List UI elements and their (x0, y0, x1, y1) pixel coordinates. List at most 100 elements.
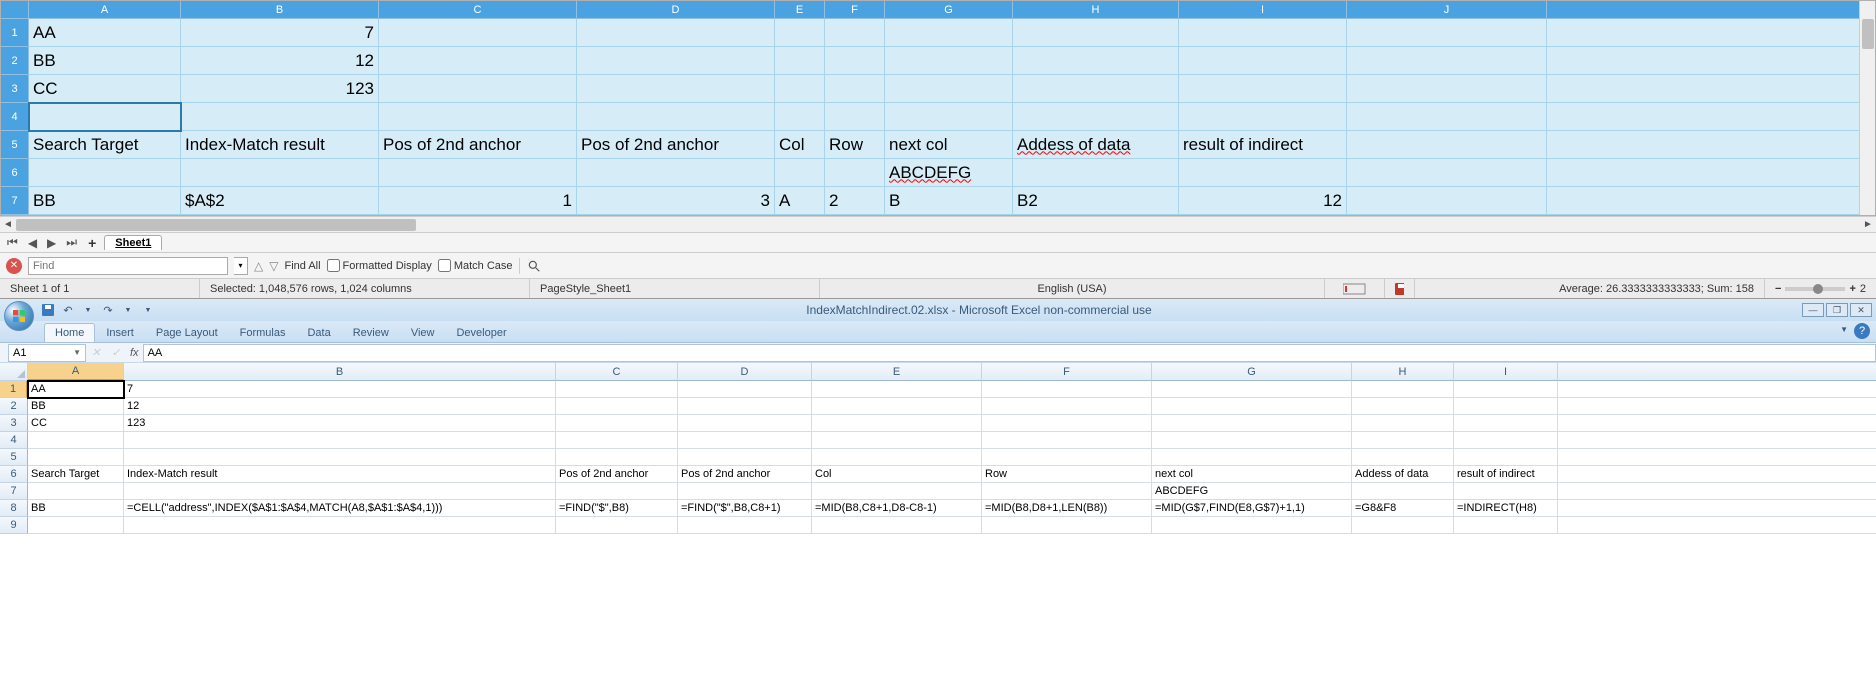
cell-excel-A5[interactable] (28, 449, 124, 466)
cell-excel-H1[interactable] (1352, 381, 1454, 398)
cell-H2[interactable] (1013, 47, 1179, 75)
cell-E2[interactable] (775, 47, 825, 75)
col-header-excel-G[interactable]: G (1152, 363, 1352, 381)
cell-excel-G8[interactable]: =MID(G$7,FIND(E8,G$7)+1,1) (1152, 500, 1352, 517)
cell-G6[interactable]: ABCDEFG (885, 159, 1013, 187)
cell-excel-D6[interactable]: Pos of 2nd anchor (678, 466, 812, 483)
find-prev-icon[interactable]: △ (254, 259, 263, 273)
cell-C1[interactable] (379, 19, 577, 47)
cell-G1[interactable] (885, 19, 1013, 47)
formatted-display-input[interactable] (327, 259, 340, 272)
cell-excel-B4[interactable] (124, 432, 556, 449)
cell-C4[interactable] (379, 103, 577, 131)
help-button[interactable]: ? (1854, 323, 1870, 339)
cell-excel-G7[interactable]: ABCDEFG (1152, 483, 1352, 500)
cell-excel-H6[interactable]: Addess of data (1352, 466, 1454, 483)
cell-D6[interactable] (577, 159, 775, 187)
zoom-control[interactable]: − + 2 (1765, 279, 1876, 298)
cell-excel-A9[interactable] (28, 517, 124, 534)
cell-excel-E7[interactable] (812, 483, 982, 500)
cell-excel-I8[interactable]: =INDIRECT(H8) (1454, 500, 1558, 517)
find-input[interactable] (28, 257, 228, 275)
col-header-excel-H[interactable]: H (1352, 363, 1454, 381)
col-header-excel-F[interactable]: F (982, 363, 1152, 381)
cell-excel-G9[interactable] (1152, 517, 1352, 534)
cell-excel-I9[interactable] (1454, 517, 1558, 534)
ribbon-tab-data[interactable]: Data (296, 323, 341, 342)
cell-excel-G3[interactable] (1152, 415, 1352, 432)
cell-E3[interactable] (775, 75, 825, 103)
cell-excel-A1[interactable]: AA (28, 381, 124, 398)
cell-G7[interactable]: B (885, 187, 1013, 215)
cell-excel-H8[interactable]: =G8&F8 (1352, 500, 1454, 517)
cell-excel-B8[interactable]: =CELL("address",INDEX($A$1:$A$4,MATCH(A8… (124, 500, 556, 517)
cell-J7[interactable] (1347, 187, 1547, 215)
col-header-C[interactable]: C (379, 1, 577, 19)
undo-icon[interactable]: ↶ (60, 302, 76, 318)
cell-I2[interactable] (1179, 47, 1347, 75)
match-case-input[interactable] (438, 259, 451, 272)
row-header-3[interactable]: 3 (1, 75, 29, 103)
sheet-tab[interactable]: Sheet1 (104, 235, 162, 250)
cell-excel-F9[interactable] (982, 517, 1152, 534)
fx-icon[interactable]: fx (130, 347, 139, 359)
tab-first-icon[interactable]: ⏮ (4, 235, 21, 250)
cell-excel-E8[interactable]: =MID(B8,C8+1,D8-C8-1) (812, 500, 982, 517)
cell-F7[interactable]: 2 (825, 187, 885, 215)
ribbon-tab-formulas[interactable]: Formulas (229, 323, 297, 342)
cell-H7[interactable]: B2 (1013, 187, 1179, 215)
cell-excel-B1[interactable]: 7 (124, 381, 556, 398)
office-button[interactable] (4, 301, 34, 331)
col-header-excel-A[interactable]: A (28, 363, 124, 381)
cell-excel-B3[interactable]: 123 (124, 415, 556, 432)
cell-J5[interactable] (1347, 131, 1547, 159)
cell-excel-C8[interactable]: =FIND("$",B8) (556, 500, 678, 517)
ribbon-minimize-icon[interactable]: ▼ (1840, 325, 1848, 334)
cell-excel-B6[interactable]: Index-Match result (124, 466, 556, 483)
row-header-6[interactable]: 6 (1, 159, 29, 187)
cell-excel-C3[interactable] (556, 415, 678, 432)
row-header-excel-9[interactable]: 9 (0, 517, 28, 534)
cell-B7[interactable]: $A$2 (181, 187, 379, 215)
cell-excel-I5[interactable] (1454, 449, 1558, 466)
cell-C5[interactable]: Pos of 2nd anchor (379, 131, 577, 159)
cell-excel-H4[interactable] (1352, 432, 1454, 449)
cell-I6[interactable] (1179, 159, 1347, 187)
qat-customize-icon[interactable]: ▼ (140, 302, 156, 318)
cell-G3[interactable] (885, 75, 1013, 103)
find-next-icon[interactable]: ▽ (269, 259, 278, 273)
cell-D1[interactable] (577, 19, 775, 47)
cell-C3[interactable] (379, 75, 577, 103)
horizontal-scrollbar[interactable]: ◄ ► (0, 216, 1876, 232)
cell-excel-I6[interactable]: result of indirect (1454, 466, 1558, 483)
cell-excel-F2[interactable] (982, 398, 1152, 415)
cell-excel-F3[interactable] (982, 415, 1152, 432)
cell-A4[interactable] (29, 103, 181, 131)
zoom-out-button[interactable]: − (1775, 283, 1781, 295)
cell-excel-A3[interactable]: CC (28, 415, 124, 432)
select-all-corner[interactable] (1, 1, 29, 19)
tab-next-icon[interactable]: ▶ (44, 236, 59, 250)
cell-excel-D1[interactable] (678, 381, 812, 398)
cell-B6[interactable] (181, 159, 379, 187)
col-header-G[interactable]: G (885, 1, 1013, 19)
cell-F3[interactable] (825, 75, 885, 103)
cell-excel-I7[interactable] (1454, 483, 1558, 500)
cell-excel-C4[interactable] (556, 432, 678, 449)
cell-excel-B9[interactable] (124, 517, 556, 534)
cell-B5[interactable]: Index-Match result (181, 131, 379, 159)
hscroll-thumb[interactable] (16, 219, 416, 231)
cell-excel-A4[interactable] (28, 432, 124, 449)
ribbon-tab-home[interactable]: Home (44, 323, 95, 342)
cell-excel-F1[interactable] (982, 381, 1152, 398)
cell-excel-G6[interactable]: next col (1152, 466, 1352, 483)
col-header-D[interactable]: D (577, 1, 775, 19)
cell-C7[interactable]: 1 (379, 187, 577, 215)
undo-dropdown-icon[interactable]: ▼ (80, 302, 96, 318)
cell-J2[interactable] (1347, 47, 1547, 75)
col-header-excel-B[interactable]: B (124, 363, 556, 381)
cell-B4[interactable] (181, 103, 379, 131)
cell-excel-F4[interactable] (982, 432, 1152, 449)
ribbon-tab-insert[interactable]: Insert (95, 323, 145, 342)
cell-G5[interactable]: next col (885, 131, 1013, 159)
